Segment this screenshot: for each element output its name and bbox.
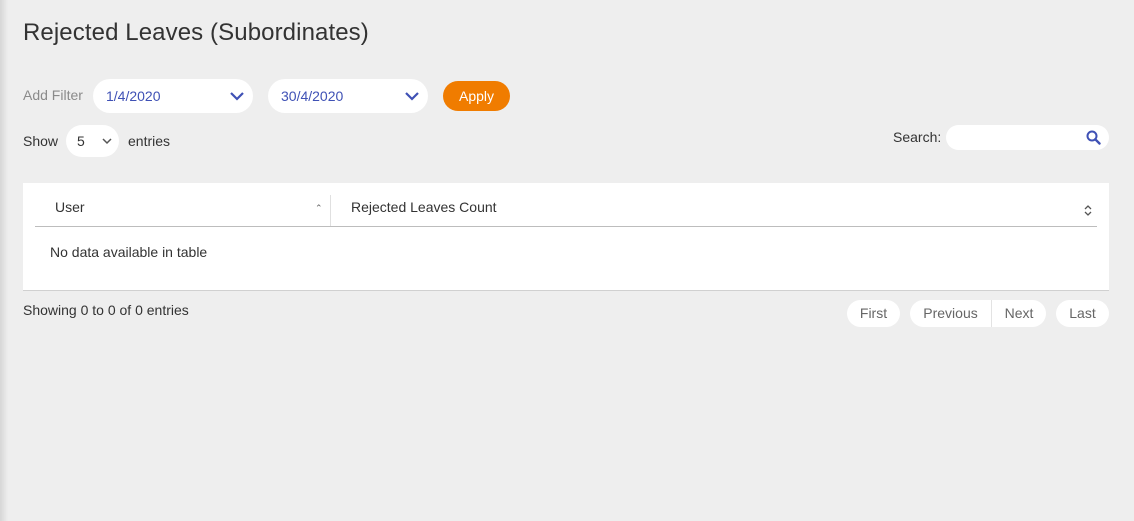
date-from-value: 1/4/2020 xyxy=(106,88,161,104)
add-filter-label: Add Filter xyxy=(23,87,83,103)
chevron-down-icon xyxy=(230,92,244,101)
search-label: Search: xyxy=(893,129,942,145)
empty-table-message: No data available in table xyxy=(50,244,208,260)
sort-ascending-icon: ⌃ xyxy=(315,203,323,213)
search-input[interactable] xyxy=(956,125,1090,152)
date-to-value: 30/4/2020 xyxy=(281,88,344,104)
page-title: Rejected Leaves (Subordinates) xyxy=(23,19,369,46)
pagination-last-button[interactable]: Last xyxy=(1056,300,1109,327)
column-header-user[interactable]: User xyxy=(35,183,329,226)
entries-per-page-value: 5 xyxy=(77,133,85,149)
left-edge-shadow xyxy=(0,0,8,521)
header-divider xyxy=(35,226,1097,227)
sort-icon xyxy=(1084,205,1092,216)
apply-button[interactable]: Apply xyxy=(443,81,510,111)
date-to-select[interactable]: 30/4/2020 xyxy=(268,79,428,113)
column-header-label: Rejected Leaves Count xyxy=(351,199,497,215)
chevron-down-icon xyxy=(405,92,419,101)
search-box xyxy=(946,125,1109,152)
date-from-select[interactable]: 1/4/2020 xyxy=(93,79,253,113)
pagination-first-button[interactable]: First xyxy=(847,300,900,327)
entries-per-page-select[interactable]: 5 xyxy=(66,125,119,157)
pagination-next-button[interactable]: Next xyxy=(991,300,1046,327)
column-header-rejected-leaves-count[interactable]: Rejected Leaves Count xyxy=(330,195,1097,226)
table-info: Showing 0 to 0 of 0 entries xyxy=(23,302,189,318)
column-header-label: User xyxy=(55,199,85,215)
pagination-previous-button[interactable]: Previous xyxy=(910,300,991,327)
chevron-down-icon xyxy=(102,138,112,145)
search-icon[interactable] xyxy=(1086,130,1101,145)
entries-label: entries xyxy=(128,133,171,149)
data-table: User ⌃ Rejected Leaves Count No data ava… xyxy=(23,183,1109,291)
show-label: Show xyxy=(23,133,59,149)
